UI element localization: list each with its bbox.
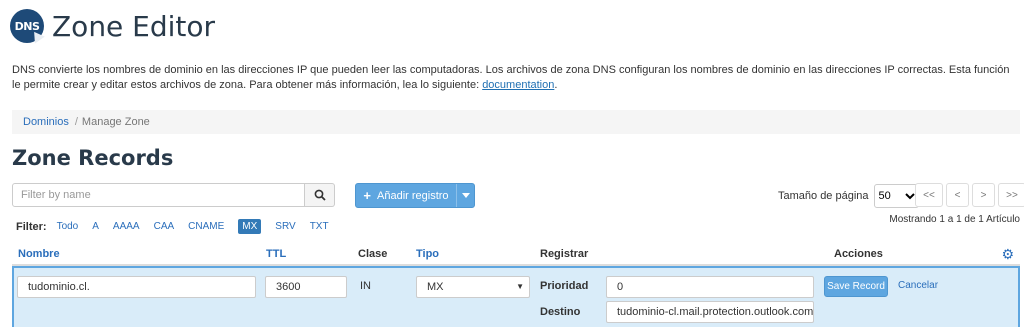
page-description: DNS convierte los nombres de dominio en …	[12, 63, 1012, 93]
dns-logo: DNS	[10, 9, 45, 44]
type-select-value: MX	[427, 281, 444, 293]
filter-option-cname[interactable]: CNAME	[188, 221, 224, 232]
header-type[interactable]: Tipo	[416, 248, 439, 260]
filter-option-mx[interactable]: MX	[238, 219, 262, 234]
header-record: Registrar	[540, 248, 589, 260]
cancel-link[interactable]: Cancelar	[898, 280, 938, 291]
breadcrumb: Dominios / Manage Zone	[12, 110, 1020, 134]
add-record-label: Añadir registro	[377, 189, 449, 202]
filter-option-caa[interactable]: CAA	[154, 221, 175, 232]
last-page-button[interactable]: >>	[998, 183, 1024, 207]
header-class: Clase	[358, 248, 388, 260]
page-size-group: Tamaño de página 50	[778, 184, 919, 208]
destination-field[interactable]: tudominio-cl.mail.protection.outlook.com	[606, 301, 814, 323]
filter-option-srv[interactable]: SRV	[275, 221, 295, 232]
filter-label: Filter:	[16, 220, 47, 233]
save-record-button[interactable]: Save Record	[824, 276, 888, 297]
page-title: Zone Editor	[52, 9, 216, 43]
search-icon	[314, 189, 326, 201]
documentation-link[interactable]: documentation	[482, 79, 554, 91]
page-header: DNS Zone Editor	[10, 6, 215, 46]
header-ttl[interactable]: TTL	[266, 248, 286, 260]
destination-label: Destino	[540, 306, 581, 318]
filter-option-a[interactable]: A	[92, 221, 99, 232]
add-record-main[interactable]: + Añadir registro	[356, 184, 456, 207]
priority-field[interactable]: 0	[606, 276, 814, 298]
page-size-label: Tamaño de página	[778, 190, 869, 202]
filter-bar: Filter: Todo A AAAA CAA CNAME MX SRV TXT	[16, 219, 343, 234]
description-end: .	[554, 79, 558, 91]
breadcrumb-current: Manage Zone	[81, 116, 150, 128]
breadcrumb-domains-link[interactable]: Dominios	[23, 116, 69, 128]
add-record-button[interactable]: + Añadir registro	[355, 183, 475, 208]
priority-label: Prioridad	[540, 280, 589, 292]
table-header: Nombre TTL Clase Tipo Registrar Acciones…	[12, 244, 1020, 266]
name-field[interactable]: tudominio.cl.	[17, 276, 256, 298]
filter-option-aaaa[interactable]: AAAA	[113, 221, 140, 232]
header-actions: Acciones	[834, 248, 883, 260]
filter-option-txt[interactable]: TXT	[310, 221, 329, 232]
pagination-controls: << < > >>	[915, 183, 1024, 207]
plus-icon: +	[363, 188, 372, 203]
next-page-button[interactable]: >	[972, 183, 995, 207]
filter-option-all[interactable]: Todo	[57, 221, 79, 232]
gear-icon[interactable]: ⚙	[1001, 246, 1014, 263]
select-arrow-icon: ▼	[516, 282, 524, 291]
prev-page-button[interactable]: <	[946, 183, 969, 207]
results-count: Mostrando 1 a 1 de 1 Artículo	[889, 214, 1020, 225]
header-name[interactable]: Nombre	[18, 248, 60, 260]
ttl-field[interactable]: 3600	[265, 276, 347, 298]
breadcrumb-separator: /	[74, 116, 78, 128]
search-button[interactable]	[305, 183, 335, 207]
section-title: Zone Records	[12, 146, 174, 170]
add-record-dropdown-toggle[interactable]	[456, 184, 474, 207]
class-value: IN	[360, 280, 371, 292]
type-select[interactable]: MX ▼	[416, 276, 530, 298]
first-page-button[interactable]: <<	[915, 183, 943, 207]
search-group	[12, 183, 335, 207]
page-size-select[interactable]: 50	[873, 184, 919, 208]
search-input[interactable]	[12, 183, 305, 207]
edit-record-row: tudominio.cl. 3600 IN MX ▼ Prioridad 0 D…	[12, 266, 1020, 327]
caret-down-icon	[461, 193, 470, 198]
